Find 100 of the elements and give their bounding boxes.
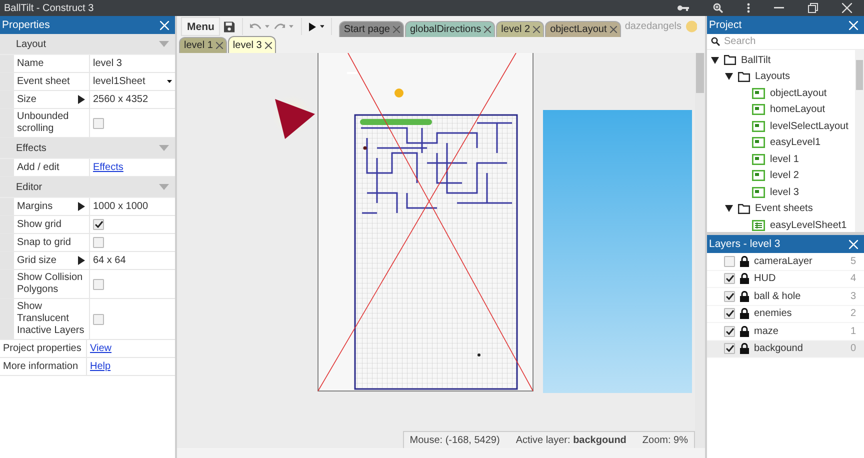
caret-icon[interactable] [320, 25, 324, 28]
checkbox[interactable] [93, 219, 104, 230]
tab[interactable]: Start page [338, 21, 404, 37]
tab[interactable]: objectLayout [545, 21, 621, 37]
tree-item[interactable]: Event sheets [707, 200, 855, 217]
expand-arrow-icon[interactable] [78, 256, 85, 265]
caret-icon [167, 80, 172, 83]
layer-number: 2 [850, 308, 856, 320]
zoom-level: Zoom: 9% [642, 434, 688, 446]
expand-arrow-icon[interactable] [78, 95, 85, 104]
lock-icon[interactable] [740, 290, 749, 302]
checkbox[interactable] [724, 343, 735, 354]
checkbox[interactable] [724, 256, 735, 267]
window-title: BallTilt - Construct 3 [4, 2, 94, 14]
checkbox[interactable] [93, 278, 104, 290]
layer-number: 3 [850, 290, 856, 302]
tree-item[interactable]: easyLevel1 [707, 134, 855, 151]
checkbox[interactable] [93, 314, 104, 324]
scrollbar[interactable] [695, 53, 705, 448]
layer-name: maze [754, 326, 780, 337]
lock-icon[interactable] [740, 343, 749, 354]
effects-link[interactable]: Effects [93, 162, 124, 173]
layout-icon [752, 104, 765, 116]
property-label: Project properties [0, 340, 87, 357]
restore-icon[interactable] [808, 3, 818, 13]
close-icon[interactable] [264, 42, 272, 48]
layer-number: 1 [850, 326, 856, 337]
section-header[interactable]: Layout [0, 34, 175, 55]
layer-row[interactable]: cameraLayer 5 [707, 253, 864, 270]
tree-item[interactable]: BallTilt [707, 52, 855, 68]
scrollbar[interactable] [855, 50, 864, 232]
lock-icon[interactable] [740, 273, 749, 284]
link[interactable]: Help [90, 361, 111, 372]
layer-row[interactable]: HUD 4 [707, 270, 864, 288]
folder-icon [738, 204, 750, 214]
minimize-icon[interactable] [774, 7, 784, 9]
tab[interactable]: level 3 [228, 36, 276, 53]
checkbox[interactable] [93, 237, 104, 248]
panel-title: Properties [2, 19, 50, 31]
property-label: Show grid [14, 216, 90, 233]
tree-item[interactable]: objectLayout [707, 85, 855, 102]
checkbox[interactable] [724, 308, 735, 320]
panel-title: Project [709, 19, 742, 31]
layout-icon [752, 137, 765, 148]
link[interactable]: View [90, 343, 112, 354]
property-label: Grid size [17, 254, 56, 266]
search-icon [711, 37, 720, 46]
layer-name: ball & hole [754, 290, 802, 302]
section-header[interactable]: Effects [0, 138, 175, 159]
more-icon[interactable] [747, 3, 750, 13]
play-icon[interactable] [308, 22, 316, 32]
lock-icon[interactable] [740, 308, 749, 320]
active-layer: Active layer: backgound [516, 434, 626, 446]
layer-number: 0 [850, 343, 856, 354]
tree-item[interactable]: levelSelectLayout [707, 118, 855, 134]
property-value: level 3 [93, 58, 122, 69]
tree-item[interactable]: level 3 [707, 184, 855, 200]
checkbox[interactable] [724, 273, 735, 284]
expand-arrow-icon[interactable] [725, 73, 733, 80]
layer-number: 4 [850, 273, 856, 284]
dropdown[interactable]: level1Sheet [93, 76, 172, 87]
property-label: Snap to grid [14, 234, 90, 251]
enemy-sprite [275, 99, 315, 139]
expand-arrow-icon[interactable] [78, 202, 85, 211]
checkbox[interactable] [724, 290, 735, 302]
property-label: Show Translucent Inactive Layers [14, 299, 90, 339]
lock-icon[interactable] [740, 326, 749, 337]
close-icon[interactable] [484, 26, 492, 33]
tree-item[interactable]: easyLevelSheet1 [707, 217, 855, 232]
layout-icon [752, 88, 765, 99]
property-label: Name [14, 55, 90, 72]
layer-row[interactable]: enemies 2 [707, 306, 864, 323]
property-label: Margins [17, 200, 53, 212]
layout-icon [752, 170, 765, 182]
tree-item[interactable]: homeLayout [707, 102, 855, 118]
layer-name: HUD [754, 273, 777, 284]
zoom-icon[interactable] [713, 3, 723, 13]
key-icon[interactable] [677, 4, 689, 12]
close-icon[interactable] [216, 42, 223, 49]
section-header[interactable]: Editor [0, 177, 175, 198]
expand-arrow-icon[interactable] [725, 205, 733, 212]
checkbox[interactable] [724, 326, 735, 337]
tab[interactable]: level 1 [179, 37, 227, 53]
close-icon[interactable] [610, 26, 617, 33]
layer-row[interactable]: ball & hole 3 [707, 288, 864, 306]
layout-icon [752, 154, 765, 165]
checkbox[interactable] [93, 118, 104, 128]
layer-row[interactable]: backgound 0 [707, 340, 864, 358]
tree-item[interactable]: level 1 [707, 151, 855, 168]
tree-item[interactable]: level 2 [707, 168, 855, 184]
tab[interactable]: level 2 [496, 21, 544, 37]
close-icon[interactable] [533, 26, 540, 33]
tree-item[interactable]: Layouts [707, 68, 855, 85]
save-icon[interactable] [224, 20, 235, 32]
layer-name: enemies [754, 308, 793, 320]
lock-icon[interactable] [740, 256, 749, 267]
menu-button[interactable]: Menu [181, 17, 220, 36]
expand-arrow-icon[interactable] [711, 56, 719, 64]
tab[interactable]: globalDirections [405, 21, 496, 37]
property-value: 2560 x 4352 [93, 94, 148, 105]
